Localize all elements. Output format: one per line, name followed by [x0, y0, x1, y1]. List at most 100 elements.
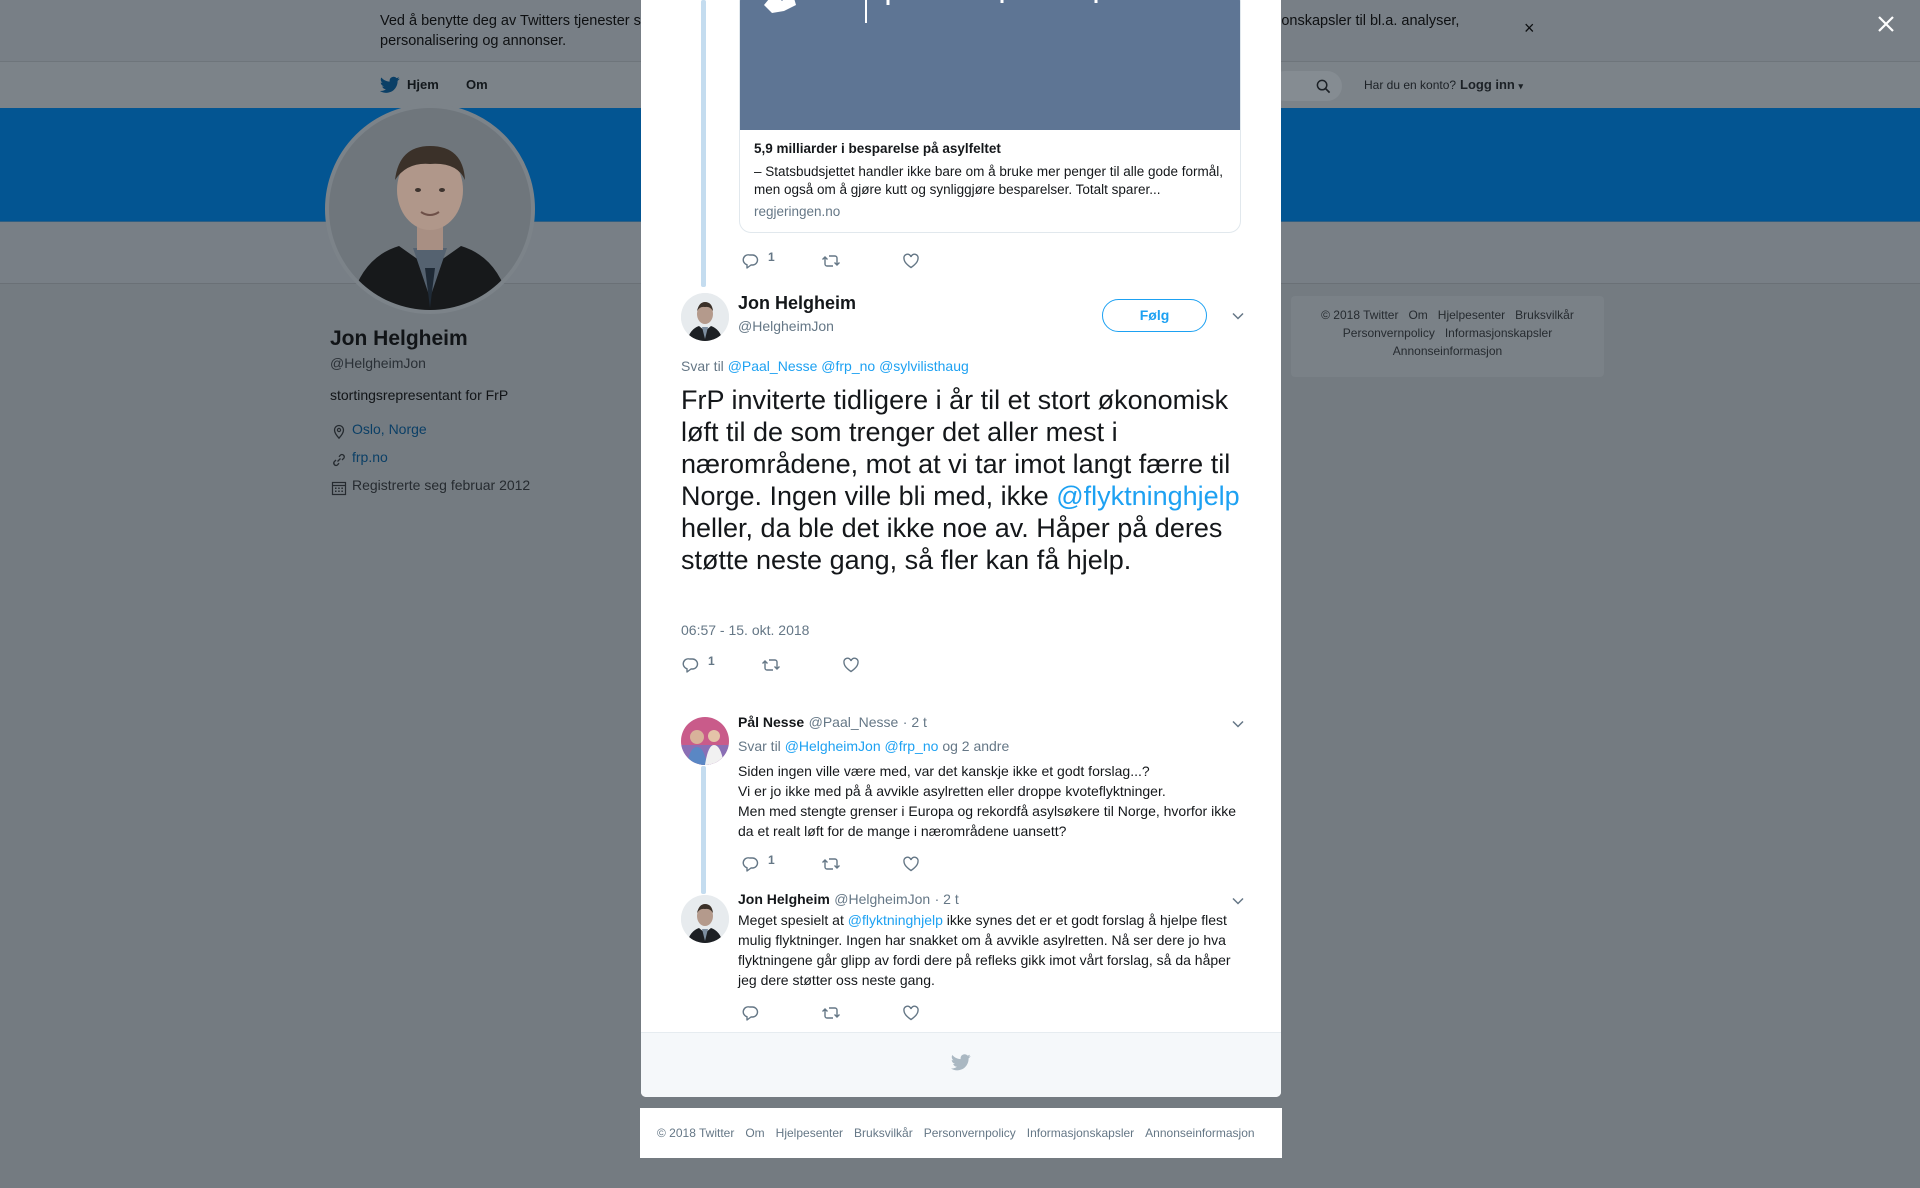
profile-handle: @HelgheimJon — [330, 355, 426, 371]
close-icon[interactable] — [1876, 14, 1896, 34]
page-footer: © 2018 Twitter Om Hjelpesenter Bruksvilk… — [640, 1108, 1282, 1158]
reply-prefix: Svar til — [738, 738, 781, 754]
reply-others-link[interactable]: og 2 andre — [942, 738, 1009, 754]
reply-icon — [682, 658, 699, 673]
reply-context: Svar til @HelgheimJon @frp_no og 2 andre — [738, 738, 1009, 754]
tweet-author-name[interactable]: Jon Helgheim — [738, 293, 856, 314]
footer-copyright: © 2018 Twitter — [657, 1126, 735, 1140]
cookie-banner-close-button[interactable]: × — [1524, 18, 1535, 39]
reply-text: Meget spesielt at @flyktninghjelp ikke s… — [738, 910, 1243, 990]
reply-header: Pål Nesse @Paal_Nesse · 2 t — [738, 714, 927, 732]
reply-button[interactable]: 1 — [742, 853, 775, 873]
chevron-down-icon[interactable] — [1232, 720, 1244, 728]
reply-target-link[interactable]: @sylvilisthaug — [879, 358, 969, 374]
reply-target-link[interactable]: @frp_no — [885, 738, 939, 754]
twitter-bird-icon — [951, 1054, 971, 1071]
side-footer-terms-link[interactable]: Bruksvilkår — [1515, 308, 1574, 322]
reply-author-avatar[interactable] — [681, 895, 729, 943]
link-icon — [333, 453, 345, 467]
footer-terms-link[interactable]: Bruksvilkår — [854, 1126, 913, 1140]
reply-text-line: Siden ingen ville være med, var det kans… — [738, 763, 1150, 779]
reply-count: 1 — [768, 250, 775, 264]
tweet-timestamp[interactable]: 06:57 - 15. okt. 2018 — [681, 622, 809, 638]
mention-link[interactable]: @flyktninghjelp — [1056, 481, 1240, 511]
chevron-down-icon[interactable] — [1232, 897, 1244, 905]
like-button[interactable] — [842, 656, 860, 674]
tweet-text: FrP inviterte tidligere i år til et stor… — [681, 384, 1241, 576]
profile-name: Jon Helgheim — [330, 327, 468, 350]
retweet-icon — [822, 858, 840, 870]
chevron-down-icon[interactable] — [1232, 312, 1244, 320]
retweet-icon — [822, 1007, 840, 1019]
side-footer-cookies-link[interactable]: Informasjonskapsler — [1445, 326, 1552, 340]
reply-author-name[interactable]: Jon Helgheim — [738, 891, 830, 907]
reply-button[interactable]: 1 — [682, 654, 715, 674]
footer-cookies-link[interactable]: Informasjonskapsler — [1027, 1126, 1134, 1140]
retweet-icon — [762, 659, 780, 671]
profile-joined: Registrerte seg februar 2012 — [330, 473, 530, 497]
profile-location: Oslo, Norge — [330, 417, 427, 441]
retweet-button[interactable] — [821, 252, 841, 270]
side-footer-ads-info-link[interactable]: Annonseinformasjon — [1393, 344, 1502, 358]
reply-context: Svar til @Paal_Nesse @frp_no @sylvilisth… — [681, 358, 969, 374]
reply-author-handle[interactable]: @Paal_Nesse — [809, 714, 899, 730]
link-card-title: 5,9 milliarder i besparelse på asylfelte… — [754, 141, 1001, 156]
reply-button[interactable]: 1 — [742, 250, 775, 270]
calendar-icon — [331, 481, 347, 496]
reply-button[interactable] — [742, 1004, 760, 1022]
footer-privacy-link[interactable]: Personvernpolicy — [924, 1126, 1016, 1140]
like-button[interactable] — [902, 252, 920, 270]
retweet-button[interactable] — [761, 656, 781, 674]
tweet-author-handle[interactable]: @HelgheimJon — [738, 318, 834, 334]
reply-author-avatar[interactable] — [681, 717, 729, 765]
location-pin-icon — [333, 424, 345, 440]
profile-joined-label: Registrerte seg februar 2012 — [352, 477, 531, 493]
tweet-actions — [742, 1004, 942, 1024]
retweet-button[interactable] — [821, 1004, 841, 1022]
reply-target-link[interactable]: @frp_no — [821, 358, 875, 374]
author-avatar[interactable] — [681, 293, 729, 341]
reply-author-name[interactable]: Pål Nesse — [738, 714, 804, 730]
reply-text-line: Men med stengte grenser i Europa og reko… — [738, 803, 1237, 839]
side-footer-copyright: © 2018 Twitter — [1321, 308, 1399, 322]
footer-ads-info-link[interactable]: Annonseinformasjon — [1145, 1126, 1254, 1140]
profile-website-link[interactable]: frp.no — [352, 449, 388, 465]
nav-home-link[interactable]: Hjem — [407, 77, 439, 92]
footer-about-link[interactable]: Om — [745, 1126, 764, 1140]
link-card-domain: regjeringen.no — [754, 204, 841, 219]
heart-icon — [903, 856, 919, 872]
follow-button[interactable]: Følg — [1102, 299, 1207, 332]
side-footer-privacy-link[interactable]: Personvernpolicy — [1343, 326, 1435, 340]
reply-header: Jon Helgheim @HelgheimJon · 2 t — [738, 891, 959, 909]
tweet-actions: 1 — [682, 654, 882, 676]
reply-count: 1 — [768, 853, 775, 867]
like-button[interactable] — [902, 1004, 920, 1022]
retweet-button[interactable] — [821, 855, 841, 873]
reply-icon — [742, 1006, 759, 1021]
profile-website: frp.no — [330, 445, 388, 469]
has-account-label: Har du en konto? — [1364, 78, 1457, 92]
heart-icon — [903, 1005, 919, 1021]
caret-down-icon: ▾ — [1518, 81, 1524, 91]
reply-time[interactable]: · 2 t — [903, 714, 927, 730]
side-footer-help-link[interactable]: Hjelpesenter — [1438, 308, 1505, 322]
reply-time[interactable]: · 2 t — [935, 891, 959, 907]
side-footer: © 2018 Twitter Om Hjelpesenter Bruksvilkår … — [1291, 296, 1604, 377]
mention-link[interactable]: @flyktninghjelp — [848, 912, 943, 928]
profile-avatar[interactable] — [325, 104, 535, 314]
like-button[interactable] — [902, 855, 920, 873]
reply-target-link[interactable]: @HelgheimJon — [785, 738, 881, 754]
tweet-modal: 5,9 milliarder i besparelse på asylfelte… — [641, 0, 1281, 1097]
reply-target-link[interactable]: @Paal_Nesse — [728, 358, 818, 374]
side-footer-about-link[interactable]: Om — [1408, 308, 1427, 322]
link-card-image — [740, 0, 1240, 130]
reply-text: Siden ingen ville være med, var det kans… — [738, 761, 1243, 841]
link-card[interactable]: 5,9 milliarder i besparelse på asylfelte… — [739, 0, 1241, 233]
footer-help-link[interactable]: Hjelpesenter — [776, 1126, 843, 1140]
profile-location-link[interactable]: Oslo, Norge — [352, 421, 427, 437]
link-card-description: – Statsbudsjettet handler ikke bare om å… — [754, 164, 1224, 197]
nav-about-link[interactable]: Om — [466, 77, 488, 92]
login-dropdown[interactable]: Logg inn ▾ — [1460, 77, 1523, 92]
reply-icon — [742, 857, 759, 872]
reply-author-handle[interactable]: @HelgheimJon — [834, 891, 930, 907]
